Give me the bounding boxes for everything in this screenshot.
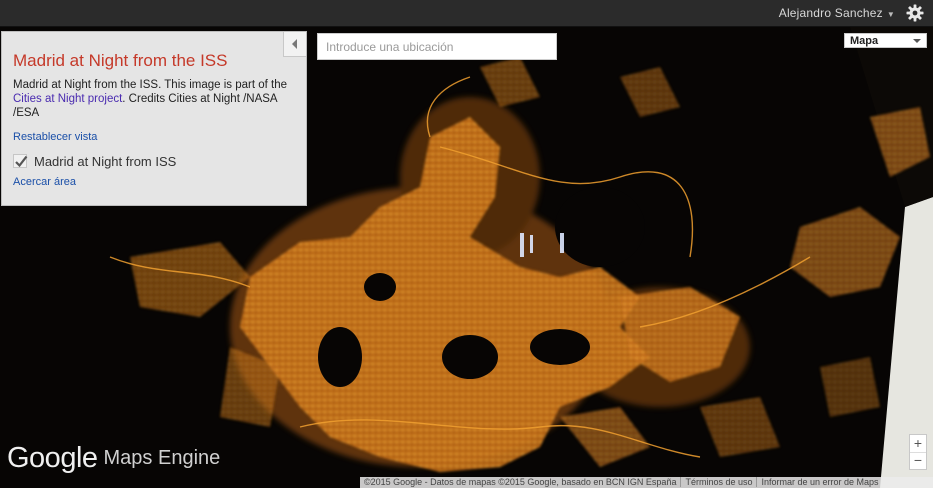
zoom-area-link[interactable]: Acercar área xyxy=(13,176,76,188)
reset-view-link[interactable]: Restablecer vista xyxy=(13,131,97,143)
layer-panel: Madrid at Night from the ISS Madrid at N… xyxy=(1,31,307,206)
zoom-control: + − xyxy=(909,434,927,470)
terms-link[interactable]: Términos de uso xyxy=(680,477,757,487)
map-description: Madrid at Night from the ISS. This image… xyxy=(13,79,287,119)
layer-checkbox[interactable] xyxy=(13,154,28,168)
google-wordmark: Google xyxy=(7,442,98,474)
triangle-left-icon xyxy=(292,39,297,49)
chevron-down-icon: ▼ xyxy=(886,10,895,19)
layer-label: Madrid at Night from ISS xyxy=(34,154,177,169)
map-type-select[interactable]: Mapa xyxy=(844,33,927,48)
gear-icon[interactable] xyxy=(906,4,924,22)
map-type-value: Mapa xyxy=(850,35,879,47)
top-bar: Alejandro Sanchez ▼ xyxy=(0,0,933,27)
cities-at-night-link[interactable]: Cities at Night project xyxy=(13,93,122,105)
collapse-panel-button[interactable] xyxy=(283,32,306,57)
zoom-out-button[interactable]: − xyxy=(910,452,926,469)
map-footer: ©2015 Google - Datos de mapas ©2015 Goog… xyxy=(360,477,933,488)
product-name: Maps Engine xyxy=(103,447,221,469)
user-name: Alejandro Sanchez xyxy=(778,6,883,20)
check-icon xyxy=(15,155,28,168)
google-maps-engine-logo: Google Maps Engine xyxy=(7,442,220,476)
map-title: Madrid at Night from the ISS xyxy=(13,51,228,70)
location-search-input[interactable] xyxy=(317,33,557,60)
user-menu[interactable]: Alejandro Sanchez ▼ xyxy=(779,6,895,20)
report-error-link[interactable]: Informar de un error de Maps xyxy=(756,477,883,487)
attribution-text: ©2015 Google - Datos de mapas ©2015 Goog… xyxy=(364,477,677,487)
chevron-down-icon xyxy=(913,39,921,43)
zoom-in-button[interactable]: + xyxy=(910,435,926,453)
